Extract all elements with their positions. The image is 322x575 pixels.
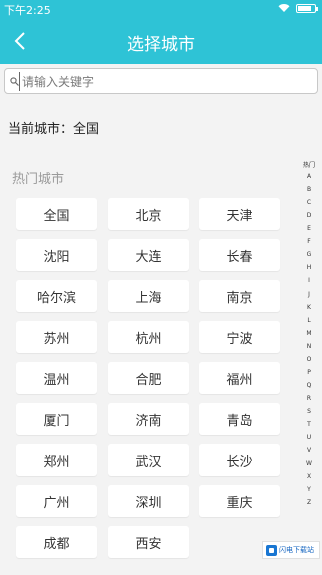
index-letter[interactable]: V: [298, 447, 320, 454]
index-letter[interactable]: Q: [298, 382, 320, 389]
index-letter[interactable]: O: [298, 356, 320, 363]
city-button[interactable]: 长沙: [199, 444, 280, 476]
city-button[interactable]: 厦门: [16, 403, 97, 435]
city-button[interactable]: 郑州: [16, 444, 97, 476]
status-icons: [278, 3, 318, 13]
index-letter[interactable]: R: [298, 395, 320, 402]
city-button[interactable]: 青岛: [199, 403, 280, 435]
index-letter[interactable]: P: [298, 369, 320, 376]
watermark-text: 闪电下载站: [279, 546, 314, 554]
index-letter[interactable]: N: [298, 343, 320, 350]
index-letter[interactable]: D: [298, 212, 320, 219]
status-bar: 下午2:25: [0, 0, 322, 18]
index-letter[interactable]: J: [298, 291, 320, 298]
city-button[interactable]: 杭州: [108, 321, 189, 353]
current-city-label: 当前城市：全国: [8, 122, 100, 137]
index-letter[interactable]: B: [298, 186, 320, 193]
city-button[interactable]: 哈尔滨: [16, 280, 97, 312]
index-letter[interactable]: Z: [298, 499, 320, 506]
search-input[interactable]: [19, 72, 311, 91]
city-button[interactable]: 大连: [108, 239, 189, 271]
index-letter[interactable]: G: [298, 251, 320, 258]
city-button[interactable]: 长春: [199, 239, 280, 271]
index-letter[interactable]: K: [298, 304, 320, 311]
city-button[interactable]: 成都: [16, 526, 97, 558]
watermark: 闪电下载站: [262, 541, 320, 559]
city-button[interactable]: 广州: [16, 485, 97, 517]
city-button[interactable]: 重庆: [199, 485, 280, 517]
city-button[interactable]: 天津: [199, 198, 280, 230]
index-letter[interactable]: I: [298, 277, 320, 284]
city-button[interactable]: 温州: [16, 362, 97, 394]
index-letter[interactable]: Y: [298, 486, 320, 493]
city-button[interactable]: 沈阳: [16, 239, 97, 271]
city-button[interactable]: 武汉: [108, 444, 189, 476]
nav-bar: 选择城市: [0, 18, 322, 64]
city-button[interactable]: 北京: [108, 198, 189, 230]
index-letter[interactable]: F: [298, 238, 320, 245]
search-box[interactable]: [4, 68, 318, 94]
city-button[interactable]: 深圳: [108, 485, 189, 517]
index-letter[interactable]: L: [298, 317, 320, 324]
wifi-icon: [278, 4, 290, 12]
page-title: 选择城市: [127, 35, 195, 55]
city-button[interactable]: 合肥: [108, 362, 189, 394]
city-button[interactable]: 西安: [108, 526, 189, 558]
battery-icon: [296, 3, 318, 13]
index-letter[interactable]: A: [298, 173, 320, 180]
city-button[interactable]: 济南: [108, 403, 189, 435]
index-letter[interactable]: T: [298, 421, 320, 428]
watermark-logo-icon: [266, 544, 277, 556]
status-time: 下午2:25: [4, 4, 51, 17]
index-letter[interactable]: U: [298, 434, 320, 441]
index-letter[interactable]: X: [298, 473, 320, 480]
city-button[interactable]: 福州: [199, 362, 280, 394]
index-letter[interactable]: S: [298, 408, 320, 415]
index-letter[interactable]: M: [298, 330, 320, 337]
index-letter[interactable]: C: [298, 199, 320, 206]
index-letter[interactable]: 热门: [298, 160, 320, 169]
city-button[interactable]: 南京: [199, 280, 280, 312]
hot-cities-title: 热门城市: [12, 172, 65, 187]
city-button[interactable]: 苏州: [16, 321, 97, 353]
city-button[interactable]: 上海: [108, 280, 189, 312]
search-icon: [10, 77, 19, 86]
index-letter[interactable]: H: [298, 264, 320, 271]
index-letter[interactable]: E: [298, 225, 320, 232]
city-button[interactable]: 宁波: [199, 321, 280, 353]
city-button[interactable]: 全国: [16, 198, 97, 230]
index-letter[interactable]: W: [298, 460, 320, 467]
